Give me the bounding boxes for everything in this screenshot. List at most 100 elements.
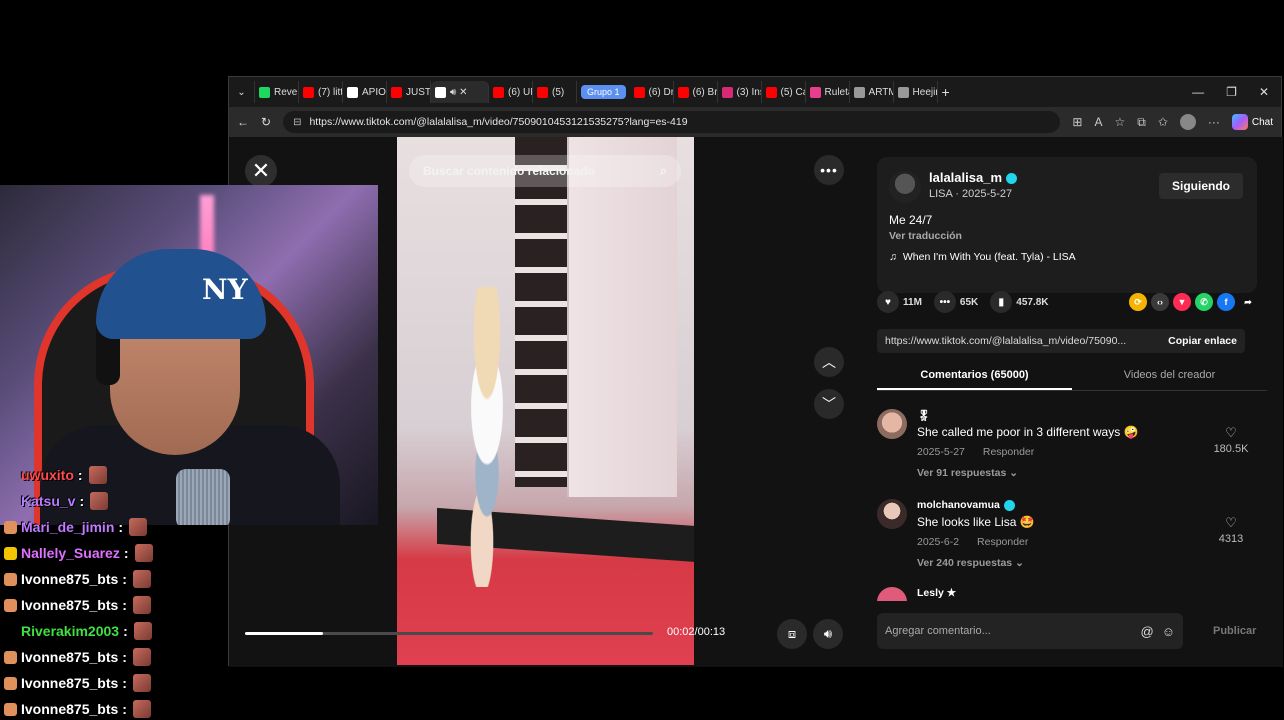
previous-video-button[interactable]: ︿ xyxy=(814,347,844,377)
commenter-avatar[interactable] xyxy=(877,409,907,439)
chat-username[interactable]: Ivonne875_bts xyxy=(21,675,118,691)
tab-favicon-icon xyxy=(765,86,777,98)
new-tab-button[interactable]: + xyxy=(938,81,954,103)
chat-username[interactable]: Ivonne875_bts xyxy=(21,597,118,613)
address-bar-icons: ⊞ A ☆ ⧉ ✩ ··· Chat xyxy=(1072,114,1273,130)
view-replies-link[interactable]: Ver 91 respuestas ⌄ xyxy=(917,467,1018,479)
chat-username[interactable]: Riverakim2003 xyxy=(21,623,119,639)
browser-tab[interactable]: (5) xyxy=(533,81,577,103)
more-options-button[interactable]: ••• xyxy=(814,155,844,185)
related-search-bar[interactable]: Buscar contenido relacionado ⌕ xyxy=(409,155,681,187)
chat-separator: : xyxy=(122,701,127,717)
browser-tab[interactable]: Heejin xyxy=(894,81,938,103)
chat-username[interactable]: Nallely_Suarez xyxy=(21,545,120,561)
whatsapp-icon[interactable]: ✆ xyxy=(1195,293,1213,311)
repost-icon[interactable]: ⟳ xyxy=(1129,293,1147,311)
tab-creator-videos[interactable]: Videos del creador xyxy=(1072,365,1267,390)
reply-link[interactable]: Responder xyxy=(977,536,1028,548)
commenter-name[interactable]: Lesly ★ xyxy=(917,587,956,599)
chat-message: Ivonne875_bts: xyxy=(4,644,264,670)
tab-list-button[interactable]: ⌄ xyxy=(229,81,255,103)
commenter-name[interactable]: 🎖︎ xyxy=(917,409,930,422)
comment-like-button[interactable]: ♡ 4313 xyxy=(1209,515,1253,545)
favorites-icon[interactable]: ✩ xyxy=(1158,115,1168,129)
back-icon[interactable]: ← xyxy=(237,115,249,129)
browser-tab[interactable]: (7) little xyxy=(299,81,343,103)
profile-avatar[interactable] xyxy=(1179,114,1196,130)
restore-icon[interactable]: ❐ xyxy=(1226,85,1237,99)
music-link[interactable]: ♫ When I'm With You (feat. Tyla) - LISA xyxy=(889,251,1076,263)
commenter-avatar[interactable] xyxy=(877,587,907,601)
pip-button[interactable]: ⧈ xyxy=(777,619,807,649)
favorite-star-icon[interactable]: ☆ xyxy=(1114,115,1125,129)
creator-avatar[interactable] xyxy=(889,171,921,203)
chat-username[interactable]: Mari_de_jimin xyxy=(21,519,114,535)
comment-input[interactable]: Agregar comentario... @ ☺ xyxy=(877,613,1183,649)
url-field[interactable]: ⊟ https://www.tiktok.com/@lalalalisa_m/v… xyxy=(283,111,1061,133)
facebook-icon[interactable]: f xyxy=(1217,293,1235,311)
chat-username[interactable]: Ivonne875_bts xyxy=(21,649,118,665)
share-link-text[interactable]: https://www.tiktok.com/@lalalalisa_m/vid… xyxy=(885,335,1158,347)
tab-audio-icon[interactable]: 🔊︎ ✕ xyxy=(450,87,467,98)
chat-username[interactable]: uwuxito xyxy=(21,467,74,483)
like-button[interactable]: ♥ 11M xyxy=(877,291,922,313)
share-arrow-icon[interactable]: ➦ xyxy=(1239,293,1257,311)
tab-label: ARTMS xyxy=(868,86,893,98)
emoji-icon[interactable]: ☺ xyxy=(1162,624,1175,639)
mention-icon[interactable]: @ xyxy=(1141,624,1154,639)
chat-separator: : xyxy=(123,545,129,561)
browser-tab[interactable]: (6) Drei xyxy=(630,81,674,103)
browser-tab[interactable]: APIO V xyxy=(343,81,387,103)
close-video-button[interactable]: ✕ xyxy=(245,155,277,187)
browser-tab[interactable]: (3) Inst xyxy=(718,81,762,103)
view-replies-link[interactable]: Ver 240 respuestas ⌄ xyxy=(917,557,1024,569)
browser-tab[interactable]: Revenu xyxy=(255,81,299,103)
tab-favicon-icon xyxy=(259,86,270,98)
close-window-icon[interactable]: ✕ xyxy=(1259,85,1269,99)
tab-group-label[interactable]: Grupo 1 xyxy=(581,85,626,99)
see-translation-link[interactable]: Ver traducción xyxy=(889,230,962,242)
reply-link[interactable]: Responder xyxy=(983,446,1034,458)
tab-label: Heejin xyxy=(912,86,937,98)
next-video-button[interactable]: ﹀ xyxy=(814,389,844,419)
creator-name[interactable]: lalalalisa_m xyxy=(929,170,1017,185)
chat-username[interactable]: Ivonne875_bts xyxy=(21,571,118,587)
action-bar: ♥ 11M ••• 65K ▮ 457.8K ⟳ ‹› ▼ ✆ f ➦ xyxy=(877,291,1257,313)
browser-tab[interactable]: ARTMS xyxy=(850,81,894,103)
send-icon[interactable]: ▼ xyxy=(1173,293,1191,311)
comment-button[interactable]: ••• 65K xyxy=(933,291,978,313)
copy-link-button[interactable]: Copiar enlace xyxy=(1168,335,1237,347)
publish-button[interactable]: Publicar xyxy=(1213,625,1256,637)
search-icon[interactable]: ⌕ xyxy=(660,163,667,179)
chat-username[interactable]: Ivonne875_bts xyxy=(21,701,118,717)
commenter-avatar[interactable] xyxy=(877,499,907,529)
chat-username[interactable]: Katsu_v xyxy=(21,493,75,509)
extensions-icon[interactable]: ⧉ xyxy=(1137,115,1146,130)
video-player[interactable] xyxy=(397,137,694,665)
chat-emote-icon xyxy=(129,518,148,536)
browser-tab[interactable]: (6) UNT xyxy=(489,81,533,103)
menu-dots-icon[interactable]: ··· xyxy=(1208,115,1220,129)
embed-icon[interactable]: ‹› xyxy=(1151,293,1169,311)
browser-tab[interactable]: (6) Brun xyxy=(674,81,718,103)
chat-badge-icon xyxy=(4,572,17,586)
chat-message: Mari_de_jimin: xyxy=(4,514,264,540)
following-button[interactable]: Siguiendo xyxy=(1159,173,1243,199)
comment-like-button[interactable]: ♡ 180.5K xyxy=(1209,425,1253,455)
minimize-icon[interactable]: — xyxy=(1192,85,1204,99)
translate-icon[interactable]: A xyxy=(1094,115,1102,129)
refresh-icon[interactable]: ↻ xyxy=(261,115,271,129)
tab-label: (6) Brun xyxy=(692,86,718,98)
volume-button[interactable]: 🔊︎ xyxy=(813,619,843,649)
browser-tab[interactable]: JUSTICI xyxy=(387,81,431,103)
save-button[interactable]: ▮ 457.8K xyxy=(990,291,1049,313)
browser-tab[interactable]: Ruleta xyxy=(806,81,850,103)
browser-tab[interactable]: 🔊︎ ✕ xyxy=(431,81,489,103)
video-progress-bar[interactable] xyxy=(245,632,653,635)
site-info-icon[interactable]: ⊟ xyxy=(293,117,301,128)
tab-comments[interactable]: Comentarios (65000) xyxy=(877,365,1072,390)
reader-icon[interactable]: ⊞ xyxy=(1072,115,1082,129)
copilot-button[interactable]: Chat xyxy=(1231,114,1273,130)
browser-tab[interactable]: (5) Carv xyxy=(762,81,806,103)
commenter-name[interactable]: molchanovamua xyxy=(917,499,1015,511)
